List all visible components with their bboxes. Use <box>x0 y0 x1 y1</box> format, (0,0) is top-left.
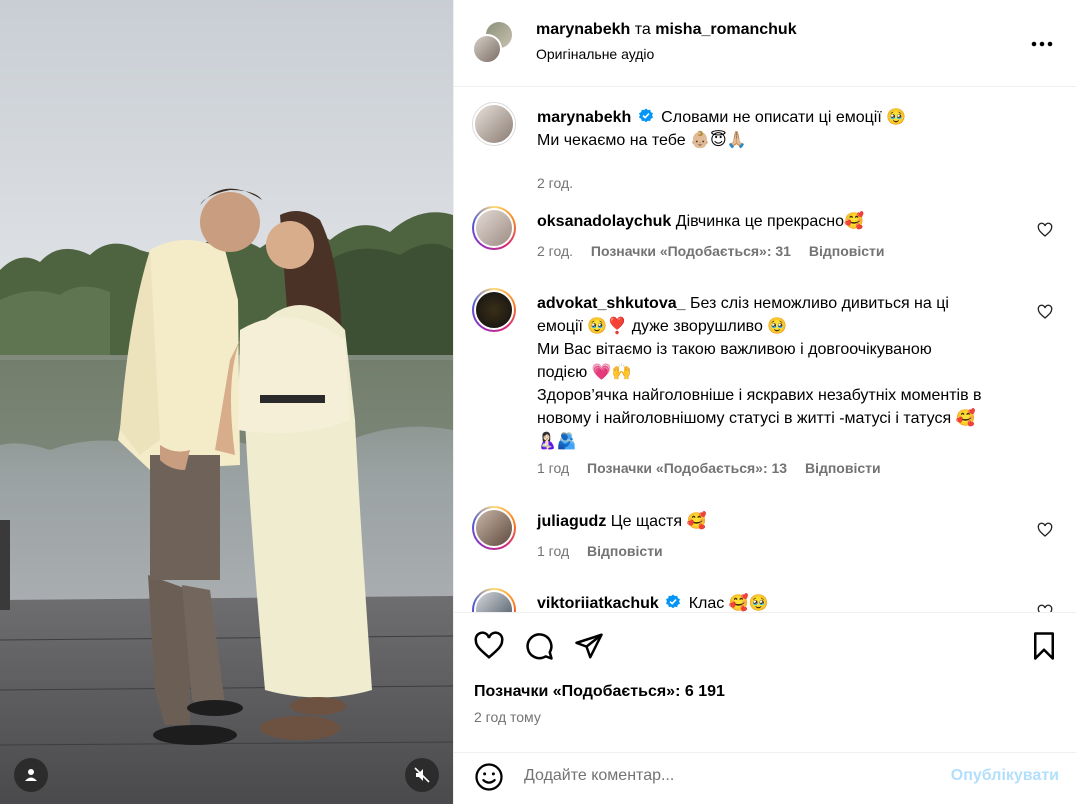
caption-time[interactable]: 2 год. <box>537 175 573 191</box>
reply-button[interactable]: Відповісти <box>805 460 881 476</box>
comment-time[interactable]: 1 год <box>537 460 569 476</box>
comment-time[interactable]: 1 год <box>537 543 569 559</box>
comment-text: Дівчинка це прекрасно🥰 <box>675 213 864 230</box>
reply-button[interactable]: Відповісти <box>587 543 663 559</box>
comment-username[interactable]: viktoriiatkachuk <box>537 595 659 612</box>
like-comment-heart-icon[interactable] <box>1037 304 1053 320</box>
verified-badge-icon <box>638 108 653 123</box>
avatar[interactable] <box>472 588 516 612</box>
caption-meta: 2 год. <box>537 175 587 191</box>
like-comment-heart-icon[interactable] <box>1037 222 1053 238</box>
caption-text-line1: Словами не описати ці емоції 🥹 <box>661 109 907 126</box>
likes-count[interactable]: Позначки «Подобається»: 6 191 <box>474 683 725 701</box>
person-icon <box>25 769 37 781</box>
comment-username[interactable]: juliagudz <box>537 513 606 530</box>
like-comment-heart-icon[interactable] <box>1037 604 1053 612</box>
comment-text-line7: 🤱🏻🫂 <box>537 433 577 450</box>
caption-text-line2: Ми чекаємо на тебе 👶🏼😇🙏🏼 <box>537 132 747 149</box>
comment-time[interactable]: 2 год. <box>537 243 573 259</box>
comment-meta: 1 год Позначки «Подобається»: 13 Відпові… <box>537 460 895 476</box>
comment-username[interactable]: advokat_shkutova_ <box>537 295 686 312</box>
comments-list[interactable]: marynabekh Словами не описати ці емоції … <box>454 88 1076 612</box>
save-bookmark-icon[interactable] <box>1029 631 1059 661</box>
comment-item: juliagudz Це щастя 🥰 1 год Відповісти <box>454 506 1076 566</box>
authors-conjunction: та <box>634 21 651 38</box>
comment-text-line3: Ми Вас вітаємо із такою важливою і довго… <box>537 341 932 358</box>
add-comment-bar: Опублікувати <box>454 752 1076 804</box>
comment-likes[interactable]: Позначки «Подобається»: 13 <box>587 460 787 476</box>
avatar[interactable] <box>472 288 516 332</box>
emoji-picker-icon[interactable] <box>474 762 504 792</box>
verified-badge-icon <box>666 594 681 609</box>
comment-item: viktoriiatkachuk Клас 🥰🥹 <box>454 588 1076 612</box>
post-caption: marynabekh Словами не описати ці емоції … <box>454 102 1076 192</box>
reply-button[interactable]: Відповісти <box>809 243 885 259</box>
comment-text: Це щастя 🥰 <box>610 513 707 530</box>
publish-button[interactable]: Опублікувати <box>951 767 1059 785</box>
comment-meta: 2 год. Позначки «Подобається»: 31 Відпов… <box>537 243 899 259</box>
post-details-panel: marynabekh та misha_romanchuk Оригінальн… <box>453 0 1076 804</box>
comment-text-line5: Здоров’ячка найголовніше і яскравих неза… <box>537 387 982 404</box>
comment-item: advokat_shkutova_ Без сліз неможливо див… <box>454 288 1076 478</box>
comment-username[interactable]: oksanadolaychuk <box>537 213 671 230</box>
mute-button[interactable] <box>405 758 439 792</box>
caption-username[interactable]: marynabekh <box>537 109 631 126</box>
like-heart-icon[interactable] <box>474 631 504 661</box>
avatar[interactable] <box>472 506 516 550</box>
post-media[interactable] <box>0 0 453 804</box>
post-actions: Позначки «Подобається»: 6 191 2 год тому <box>454 612 1076 752</box>
comment-text-line1: Без сліз неможливо дивиться на ці <box>689 295 949 312</box>
post-header: marynabekh та misha_romanchuk Оригінальн… <box>454 0 1076 87</box>
post-time[interactable]: 2 год тому <box>474 709 541 725</box>
audio-link[interactable]: Оригінальне аудіо <box>536 46 654 62</box>
comment-text-line6: новому і найголовнішому статусі в житті … <box>537 410 976 427</box>
author-username[interactable]: marynabekh <box>536 21 630 38</box>
avatar[interactable] <box>472 206 516 250</box>
comment-bubble-icon[interactable] <box>524 631 554 661</box>
coauthor-avatars[interactable] <box>472 20 516 64</box>
post-authors: marynabekh та misha_romanchuk <box>536 21 797 39</box>
more-options-button[interactable] <box>1031 30 1053 50</box>
comment-text: Клас 🥰🥹 <box>688 595 769 612</box>
tagged-users-button[interactable] <box>14 758 48 792</box>
speaker-muted-icon <box>414 767 430 783</box>
comment-item: oksanadolaychuk Дівчинка це прекрасно🥰 2… <box>454 206 1076 266</box>
comment-text-line2: емоції 🥹❣️ дуже зворушливо 🥹 <box>537 318 788 335</box>
comment-input[interactable] <box>524 767 924 785</box>
avatar[interactable] <box>472 102 516 146</box>
comment-likes[interactable]: Позначки «Подобається»: 31 <box>591 243 791 259</box>
like-comment-heart-icon[interactable] <box>1037 522 1053 538</box>
coauthor-username[interactable]: misha_romanchuk <box>655 21 796 38</box>
post-video-frame <box>0 0 453 804</box>
more-horizontal-icon <box>1031 41 1053 47</box>
comment-meta: 1 год Відповісти <box>537 543 677 559</box>
comment-text-line4: подією 💗🙌 <box>537 364 632 381</box>
share-send-icon[interactable] <box>574 631 604 661</box>
avatar <box>472 34 502 64</box>
